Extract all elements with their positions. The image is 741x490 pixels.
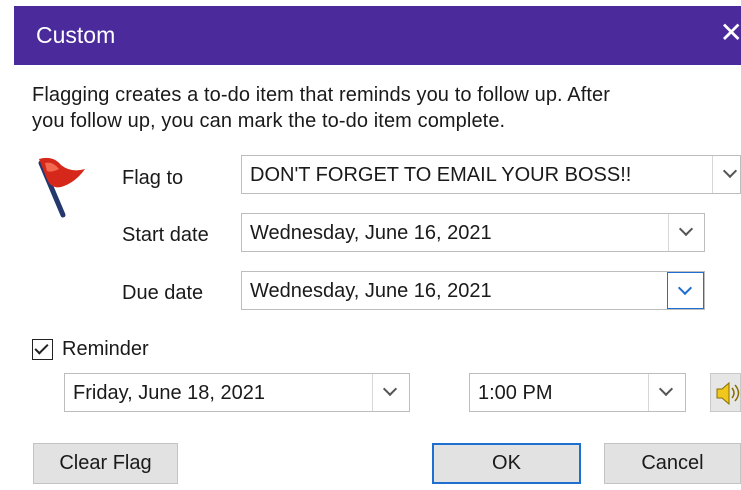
reminder-date-value: Friday, June 18, 2021 [73,382,265,404]
title-bar: Custom ✕ [14,6,741,65]
reminder-time-value: 1:00 PM [478,382,553,404]
ok-button[interactable]: OK [432,443,581,484]
dialog-body: Flagging creates a to-do item that remin… [14,65,741,490]
message-line-2: you follow up, you can mark the to-do it… [32,110,506,132]
flag-to-value: DON'T FORGET TO EMAIL YOUR BOSS!! [250,164,632,186]
dialog-title: Custom [36,22,116,48]
close-icon[interactable]: ✕ [720,19,741,47]
checkmark-icon [34,340,49,355]
chevron-down-icon[interactable] [667,272,704,309]
chevron-down-icon[interactable] [668,214,705,251]
flag-to-combobox[interactable]: DON'T FORGET TO EMAIL YOUR BOSS!! [241,155,741,194]
due-date-label: Due date [122,282,204,304]
reminder-checkbox[interactable] [32,339,53,360]
cancel-button[interactable]: Cancel [604,443,741,484]
dialog-message: Flagging creates a to-do item that remin… [32,82,610,134]
flag-to-label: Flag to [122,167,184,189]
reminder-time-picker[interactable]: 1:00 PM [469,373,686,412]
chevron-down-icon[interactable] [372,374,409,411]
start-date-label: Start date [122,224,209,246]
chevron-down-icon[interactable] [712,156,741,193]
due-date-picker[interactable]: Wednesday, June 16, 2021 [241,271,705,310]
message-line-1: Flagging creates a to-do item that remin… [32,84,611,106]
chevron-down-icon[interactable] [648,374,685,411]
reminder-label[interactable]: Reminder [62,338,149,361]
flag-icon [38,157,85,218]
start-date-value: Wednesday, June 16, 2021 [250,222,492,244]
reminder-sound-button[interactable] [710,373,741,412]
start-date-picker[interactable]: Wednesday, June 16, 2021 [241,213,705,252]
speaker-icon [716,381,740,406]
due-date-value: Wednesday, June 16, 2021 [250,280,492,302]
clear-flag-button[interactable]: Clear Flag [33,443,178,484]
reminder-date-picker[interactable]: Friday, June 18, 2021 [64,373,410,412]
